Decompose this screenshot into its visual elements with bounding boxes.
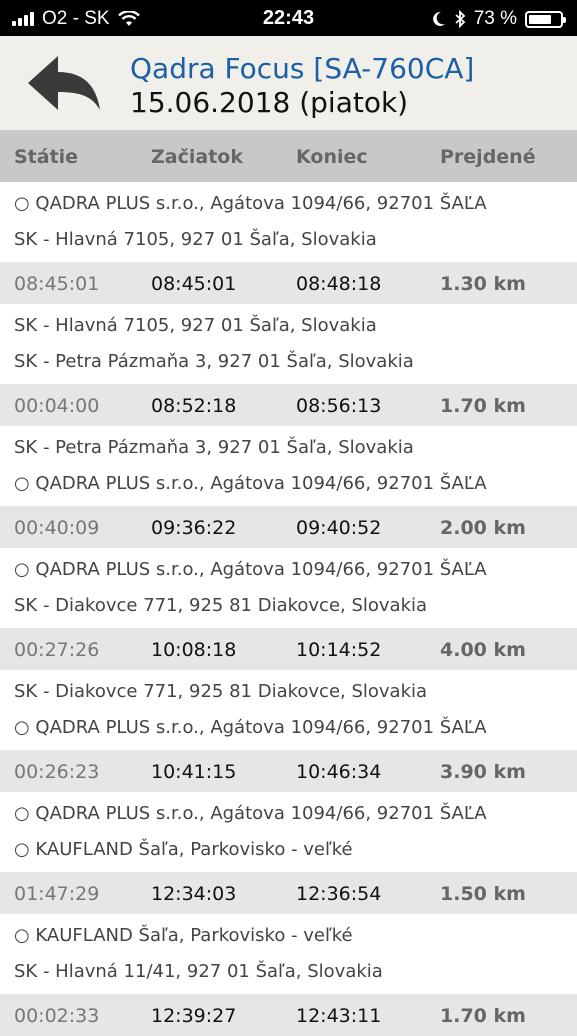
trip-item[interactable]: ○ QADRA PLUS s.r.o., Agátova 1094/66, 92… — [0, 182, 577, 304]
trip-start: 10:41:15 — [151, 761, 237, 783]
trip-to: SK - Hlavná 7105, 927 01 Šaľa, Slovakia — [0, 222, 577, 262]
trip-distance: 1.30 km — [440, 273, 526, 295]
trip-to: SK - Petra Pázmaňa 3, 927 01 Šaľa, Slova… — [0, 344, 577, 384]
trip-stop: 00:40:09 — [14, 517, 100, 539]
col-end: Koniec — [296, 146, 368, 168]
trip-distance: 1.50 km — [440, 883, 526, 905]
trip-item[interactable]: ○ QADRA PLUS s.r.o., Agátova 1094/66, 92… — [0, 792, 577, 914]
status-bar: O2 - SK 22:43 73 % — [0, 0, 577, 36]
trip-start: 08:45:01 — [151, 273, 237, 295]
trip-list: ○ QADRA PLUS s.r.o., Agátova 1094/66, 92… — [0, 182, 577, 1036]
trip-stop: 08:45:01 — [14, 273, 100, 295]
trip-from: SK - Hlavná 7105, 927 01 Šaľa, Slovakia — [0, 304, 577, 344]
trip-from: ○ QADRA PLUS s.r.o., Agátova 1094/66, 92… — [0, 182, 577, 222]
trip-distance: 3.90 km — [440, 761, 526, 783]
trip-from: SK - Diakovce 771, 925 81 Diakovce, Slov… — [0, 670, 577, 710]
trip-start: 12:34:03 — [151, 883, 237, 905]
trip-end: 08:48:18 — [296, 273, 382, 295]
back-button[interactable] — [24, 50, 108, 116]
col-distance: Prejdené — [440, 146, 536, 168]
vehicle-title: Qadra Focus [SA-760CA] — [130, 52, 475, 85]
moon-icon — [432, 11, 445, 26]
date-subtitle: 15.06.2018 (piatok) — [130, 86, 409, 119]
trip-from: ○ QADRA PLUS s.r.o., Agátova 1094/66, 92… — [0, 792, 577, 832]
trip-row: 00:40:09 09:36:22 09:40:52 2.00 km — [0, 506, 577, 548]
trip-start: 10:08:18 — [151, 639, 237, 661]
trip-start: 08:52:18 — [151, 395, 237, 417]
trip-end: 09:40:52 — [296, 517, 382, 539]
col-stop: Státie — [14, 146, 79, 168]
trip-row: 00:27:26 10:08:18 10:14:52 4.00 km — [0, 628, 577, 670]
trip-stop: 01:47:29 — [14, 883, 100, 905]
trip-distance: 1.70 km — [440, 395, 526, 417]
trip-row: 01:47:29 12:34:03 12:36:54 1.50 km — [0, 872, 577, 914]
trip-to: ○ QADRA PLUS s.r.o., Agátova 1094/66, 92… — [0, 466, 577, 506]
bluetooth-icon — [455, 10, 466, 28]
trip-item[interactable]: SK - Hlavná 7105, 927 01 Šaľa, Slovakia … — [0, 304, 577, 426]
trip-stop: 00:26:23 — [14, 761, 100, 783]
trip-row: 08:45:01 08:45:01 08:48:18 1.30 km — [0, 262, 577, 304]
trip-item[interactable]: SK - Petra Pázmaňa 3, 927 01 Šaľa, Slova… — [0, 426, 577, 548]
trip-end: 12:36:54 — [296, 883, 382, 905]
trip-stop: 00:04:00 — [14, 395, 100, 417]
trip-item[interactable]: ○ QADRA PLUS s.r.o., Agátova 1094/66, 92… — [0, 548, 577, 670]
trip-stop: 00:27:26 — [14, 639, 100, 661]
trip-from: ○ KAUFLAND Šaľa, Parkovisko - veľké — [0, 914, 577, 954]
trip-row: 00:26:23 10:41:15 10:46:34 3.90 km — [0, 750, 577, 792]
trip-row: 00:04:00 08:52:18 08:56:13 1.70 km — [0, 384, 577, 426]
trip-item[interactable]: SK - Diakovce 771, 925 81 Diakovce, Slov… — [0, 670, 577, 792]
battery-icon — [525, 10, 566, 28]
trip-end: 08:56:13 — [296, 395, 382, 417]
col-start: Začiatok — [151, 146, 243, 168]
trip-distance: 4.00 km — [440, 639, 526, 661]
trip-from: SK - Petra Pázmaňa 3, 927 01 Šaľa, Slova… — [0, 426, 577, 466]
status-right: 73 % — [432, 8, 566, 30]
back-arrow-icon — [28, 56, 100, 110]
trip-item[interactable]: ○ KAUFLAND Šaľa, Parkovisko - veľké SK -… — [0, 914, 577, 1036]
trip-to: ○ QADRA PLUS s.r.o., Agátova 1094/66, 92… — [0, 710, 577, 750]
battery-percent: 73 % — [473, 8, 517, 29]
trip-distance: 2.00 km — [440, 517, 526, 539]
trip-to: SK - Hlavná 11/41, 927 01 Šaľa, Slovakia — [0, 954, 577, 994]
column-header: Státie Začiatok Koniec Prejdené — [0, 130, 577, 182]
trip-from: ○ QADRA PLUS s.r.o., Agátova 1094/66, 92… — [0, 548, 577, 588]
trip-to: SK - Diakovce 771, 925 81 Diakovce, Slov… — [0, 588, 577, 628]
trip-end: 10:14:52 — [296, 639, 382, 661]
trip-to: ○ KAUFLAND Šaľa, Parkovisko - veľké — [0, 832, 577, 872]
trip-start: 09:36:22 — [151, 517, 237, 539]
trip-end: 10:46:34 — [296, 761, 382, 783]
trip-row: 00:02:33 12:39:27 12:43:11 1.70 km — [0, 994, 577, 1036]
header: Qadra Focus [SA-760CA] 15.06.2018 (piato… — [0, 36, 577, 130]
